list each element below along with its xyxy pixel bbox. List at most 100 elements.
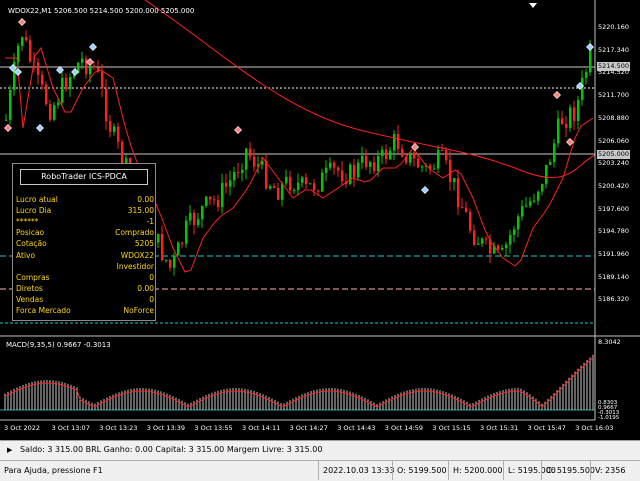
candle-body: [509, 235, 512, 245]
panel-row-label: ******: [16, 217, 39, 227]
trade-marker-icon: [36, 124, 44, 132]
panel-row: Compras 0: [16, 272, 154, 283]
candle-body: [193, 212, 196, 226]
status-bar: Para Ajuda, pressione F1 2022.10.03 13:3…: [0, 460, 640, 481]
candle-body: [381, 149, 384, 157]
candle-body: [473, 230, 476, 245]
candle-body: [173, 255, 176, 268]
candle-body: [93, 65, 96, 68]
candle-body: [105, 88, 108, 122]
candle-body: [89, 65, 92, 75]
panel-row-label: Posicao: [16, 228, 45, 238]
candle-body: [417, 158, 420, 168]
panel-row-value: 5205: [134, 239, 154, 249]
candle-body: [565, 124, 568, 128]
macd-histogram: [4, 354, 594, 410]
candle-body: [209, 196, 212, 200]
panel-row: Diretos 0.00: [16, 283, 154, 294]
candle-body: [329, 162, 332, 168]
time-tick-label: 3 Oct 2022: [4, 424, 41, 432]
candle-body: [61, 77, 64, 103]
candle-body: [229, 180, 232, 187]
candle-body: [309, 183, 312, 185]
robotrader-panel: RoboTrader ICS-PDCA Lucro atual 0.00 Lucro…: [12, 163, 156, 321]
candle-body: [577, 99, 580, 122]
candle-body: [521, 206, 524, 217]
status-close: C: 5195.500: [541, 461, 595, 480]
price-tick-label: 5220.160: [598, 23, 630, 31]
trade-marker-icon: [553, 91, 561, 99]
collapse-arrow-icon[interactable]: ▶: [7, 441, 12, 459]
candle-body: [485, 238, 488, 240]
price-tick-label: 5208.880: [598, 113, 630, 122]
panel-row-value: 0.00: [137, 195, 154, 204]
candle-body: [241, 169, 244, 173]
panel-row-label: Compras: [16, 272, 50, 282]
macd-tick-label: -1.0195: [598, 415, 620, 421]
candle-body: [177, 242, 180, 256]
candle-body: [197, 219, 200, 226]
candle-body: [553, 143, 556, 163]
candle-body: [365, 155, 368, 167]
panel-row-label: Diretos: [16, 283, 43, 293]
panel-row-value: 0: [149, 272, 154, 282]
chart-shift-icon[interactable]: [529, 3, 537, 8]
candle-body: [437, 150, 440, 169]
candle-body: [161, 233, 164, 260]
status-volume: V: 2356: [590, 461, 625, 480]
candle-body: [285, 176, 288, 184]
candle-body: [233, 171, 236, 181]
status-help: Para Ajuda, pressione F1: [4, 466, 103, 475]
candle-body: [201, 205, 204, 220]
status-high: H: 5200.000: [448, 461, 502, 480]
time-tick-label: 3 Oct 13:23: [99, 424, 138, 432]
candle-body: [109, 121, 112, 132]
candle-body: [41, 74, 44, 85]
panel-row-label: Ativo: [16, 250, 36, 260]
candle-body: [385, 149, 388, 160]
target-price-badge: 5214.500: [597, 62, 630, 71]
candle-body: [253, 156, 256, 167]
candle-body: [337, 167, 340, 171]
time-tick-label: 3 Oct 16:03: [575, 424, 614, 432]
candle-body: [377, 156, 380, 172]
panel-row: Lucro Dia 315.00: [16, 205, 154, 216]
candle-body: [557, 118, 560, 144]
price-tick-label: 5191.960: [598, 250, 630, 258]
candle-body: [189, 212, 192, 221]
panel-row-label: Cotação: [16, 239, 47, 249]
panel-row: Cotação 5205: [16, 238, 154, 249]
trade-marker-icon: [421, 186, 429, 194]
candle-body: [237, 171, 240, 173]
price-tick-label: 5211.700: [598, 91, 630, 100]
candle-body: [65, 77, 68, 90]
candle-body: [573, 107, 576, 122]
price-tick-label: 5197.600: [598, 204, 630, 213]
price-tick-label: 5194.780: [598, 227, 630, 236]
symbol-info: WDOX22,M1 5206.500 5214.500 5200.000 520…: [8, 7, 195, 15]
candle-body: [297, 182, 300, 190]
candle-body: [541, 184, 544, 192]
candle-body: [21, 37, 24, 46]
trade-marker-icon: [14, 68, 22, 76]
candle-body: [69, 77, 72, 90]
price-tick-label: 5203.240: [598, 159, 630, 168]
candle-body: [49, 104, 52, 120]
candle-body: [457, 178, 460, 208]
candle-body: [533, 200, 536, 202]
candle-body: [269, 186, 272, 189]
candle-body: [525, 205, 528, 207]
candle-body: [333, 162, 336, 168]
candle-body: [373, 162, 376, 172]
candle-body: [361, 155, 364, 163]
panel-row-label: Vendas: [16, 294, 44, 304]
panel-title[interactable]: RoboTrader ICS-PDCA: [20, 169, 148, 185]
panel-row-value: 315.00: [127, 206, 154, 216]
candle-body: [397, 134, 400, 149]
panel-row-label: Lucro Dia: [16, 206, 52, 216]
candle-body: [317, 190, 320, 192]
candle-body: [37, 62, 40, 75]
candle-body: [213, 199, 216, 201]
time-tick-label: 3 Oct 13:39: [146, 424, 186, 432]
price-tick-label: 5189.140: [598, 272, 630, 281]
